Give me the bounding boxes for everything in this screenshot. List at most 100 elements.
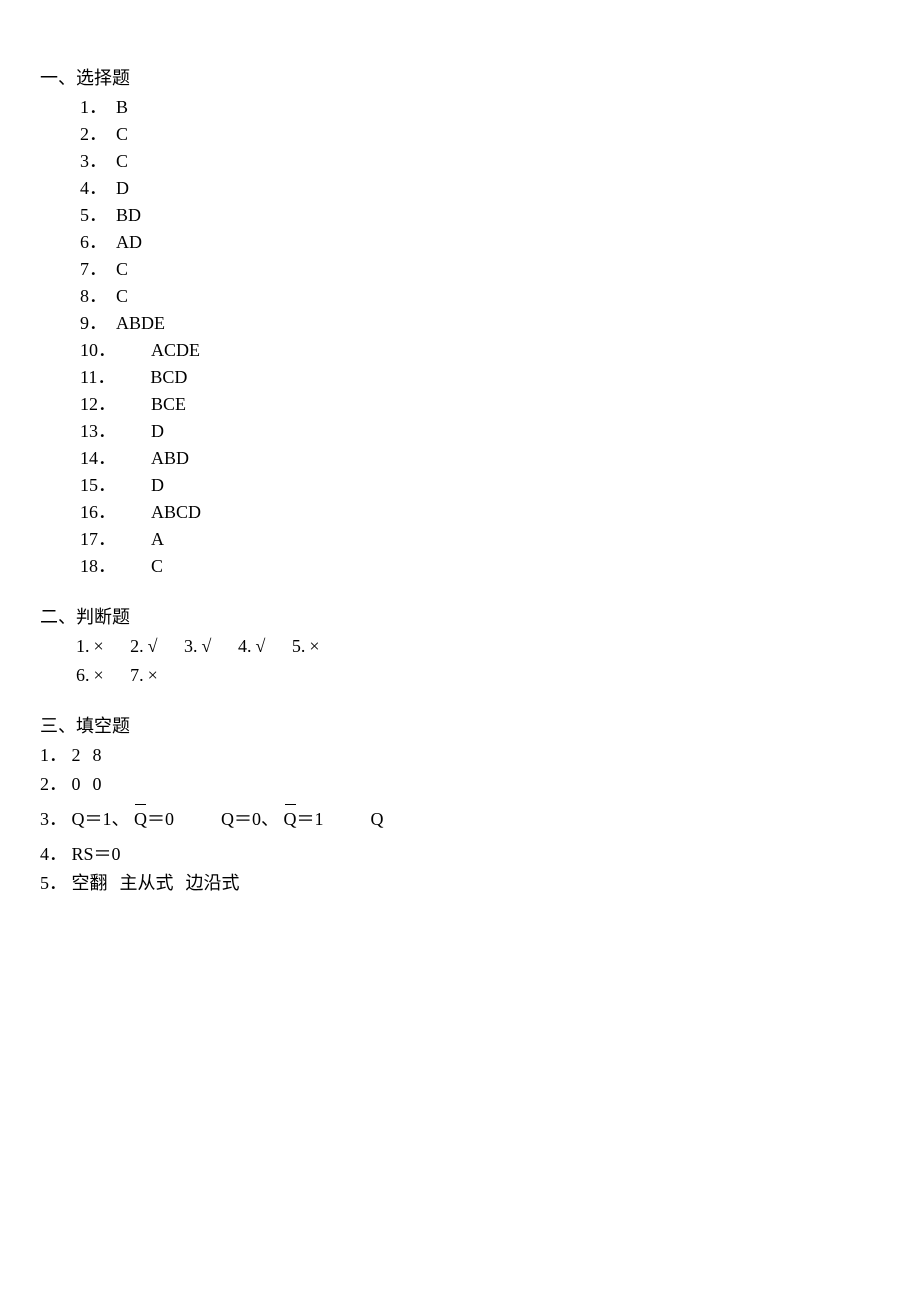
fill-answer: 空翻 [72,873,108,893]
mc-item: 18．C [80,553,880,580]
fill-answer: 0 [72,774,81,794]
mc-item: 8．C [80,283,880,310]
mc-item: 12．BCE [80,391,880,418]
tf-mark: √ [255,636,265,656]
tf-mark: × [148,665,158,685]
separator: 、 [261,809,279,829]
mc-num: 15． [80,472,116,499]
mc-num: 4． [80,175,110,202]
fill-item-3: 3． Q＝1、 Q＝0 Q＝0、 Q＝1 Q [40,806,880,833]
tf-mark: √ [202,636,212,656]
fill-item-1: 1． 28 [40,742,880,769]
mc-answer: BCD [115,364,187,391]
mc-num: 16． [80,499,116,526]
mc-answer: D [116,472,164,499]
mc-num: 12． [80,391,116,418]
mc-num: 13． [80,418,116,445]
fill-num: 2． [40,774,67,794]
mc-num: 10． [80,337,116,364]
mc-answer: D [110,175,129,202]
tf-mark: × [94,636,104,656]
fill-answer-part: ＝0 [147,809,174,829]
fill-answer-tail: Q [371,809,384,829]
tf-num: 5. [292,636,306,656]
section-3-title: 三、填空题 [40,713,880,740]
mc-item: 7．C [80,256,880,283]
mc-answer: B [110,94,128,121]
tf-mark: × [309,636,319,656]
tf-item: 6.× [76,662,104,689]
mc-answer: BCE [116,391,186,418]
tf-item: 3.√ [184,633,211,660]
mc-answer: BD [110,202,141,229]
mc-item: 11．BCD [80,364,880,391]
mc-answer: C [116,553,163,580]
mc-item: 15．D [80,472,880,499]
mc-num: 3． [80,148,110,175]
mc-answer: C [110,148,128,175]
mc-answer: ABDE [110,310,165,337]
mc-num: 9． [80,310,110,337]
tf-item: 7.× [130,662,158,689]
mc-item: 1．B [80,94,880,121]
fill-num: 5． [40,873,67,893]
mc-num: 18． [80,553,116,580]
mc-num: 8． [80,283,110,310]
mc-answer: ACDE [116,337,200,364]
tf-line-2: 6.× 7.× [40,662,880,689]
q-bar-symbol: Q [134,806,147,833]
fill-answer: 主从式 [120,873,174,893]
fill-answer: RS＝0 [72,844,121,864]
mc-num: 17． [80,526,116,553]
fill-answer: 边沿式 [186,873,240,893]
mc-answer: ABCD [116,499,201,526]
mc-answer: AD [110,229,142,256]
tf-line-1: 1.× 2.√ 3.√ 4.√ 5.× [40,633,880,660]
fill-num: 1． [40,745,67,765]
mc-num: 2． [80,121,110,148]
fill-blank-list: 1． 28 2． 00 3． Q＝1、 Q＝0 Q＝0、 Q＝1 Q 4． RS… [40,742,880,897]
fill-num: 3． [40,809,67,829]
tf-item: 1.× [76,633,104,660]
fill-answer-part: Q＝1 [72,809,112,829]
mc-item: 2．C [80,121,880,148]
mc-num: 1． [80,94,110,121]
fill-answer: 2 [72,745,81,765]
mc-num: 6． [80,229,110,256]
tf-item: 2.√ [130,633,157,660]
mc-item: 14．ABD [80,445,880,472]
tf-mark: × [94,665,104,685]
mc-answer: C [110,283,128,310]
mc-item: 10．ACDE [80,337,880,364]
tf-item: 5.× [292,633,320,660]
section-2-title: 二、判断题 [40,604,880,631]
multiple-choice-list: 1．B 2．C 3．C 4．D 5．BD 6．AD 7．C 8．C 9．ABDE… [40,94,880,580]
mc-item: 6．AD [80,229,880,256]
mc-answer: ABD [116,445,189,472]
mc-item: 4．D [80,175,880,202]
mc-answer: A [116,526,164,553]
tf-num: 7. [130,665,144,685]
mc-num: 11． [80,364,115,391]
mc-item: 16．ABCD [80,499,880,526]
separator: 、 [112,809,130,829]
tf-num: 1. [76,636,90,656]
tf-mark: √ [148,636,158,656]
mc-item: 13．D [80,418,880,445]
mc-item: 9．ABDE [80,310,880,337]
fill-item-5: 5． 空翻主从式边沿式 [40,870,880,897]
mc-num: 14． [80,445,116,472]
mc-answer: C [110,256,128,283]
section-1-title: 一、选择题 [40,65,880,92]
mc-answer: D [116,418,164,445]
fill-answer: 8 [93,745,102,765]
mc-num: 5． [80,202,110,229]
fill-item-4: 4． RS＝0 [40,841,880,868]
fill-item-2: 2． 00 [40,771,880,798]
mc-item: 17．A [80,526,880,553]
fill-answer-part: ＝1 [297,809,324,829]
fill-answer: 0 [93,774,102,794]
fill-num: 4． [40,844,67,864]
fill-answer-part: Q＝0 [221,809,261,829]
mc-answer: C [110,121,128,148]
